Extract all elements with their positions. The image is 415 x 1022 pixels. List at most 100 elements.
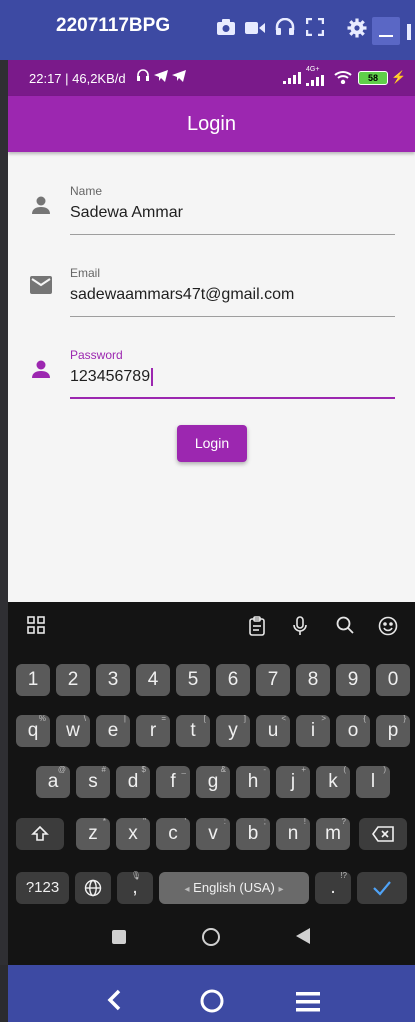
menu-button-icon[interactable]: [296, 992, 320, 1017]
key-0[interactable]: 0: [376, 664, 410, 696]
key-n[interactable]: n!: [276, 817, 310, 850]
password-label: Password: [70, 348, 123, 362]
key-j[interactable]: j +: [276, 765, 310, 798]
login-button[interactable]: Login: [177, 425, 247, 462]
key-label: x: [128, 823, 138, 844]
key-z[interactable]: z *: [76, 817, 110, 850]
fullscreen-icon[interactable]: [303, 17, 327, 42]
emoji-icon[interactable]: [376, 616, 400, 642]
name-underline: [70, 234, 395, 235]
search-icon[interactable]: [333, 616, 357, 640]
key-label: 7: [267, 669, 279, 690]
key-label: y: [228, 720, 238, 741]
key-g[interactable]: g &: [196, 765, 230, 798]
backspace-key[interactable]: [359, 818, 407, 850]
headset-icon: [136, 68, 150, 85]
key-label: 5: [187, 669, 199, 690]
key-label: n: [287, 823, 299, 844]
email-underline: [70, 316, 395, 317]
period-key[interactable]: .!?: [315, 871, 351, 904]
key-p[interactable]: p}: [376, 714, 410, 747]
key-a[interactable]: a @: [36, 765, 70, 798]
home-button-icon[interactable]: [200, 989, 224, 1018]
password-field[interactable]: Password 123456789: [70, 348, 395, 400]
key-3[interactable]: 3: [96, 664, 130, 696]
key-label: c: [168, 823, 178, 844]
video-icon[interactable]: [243, 18, 267, 42]
key-label: q: [27, 720, 39, 741]
telegram-icon: [154, 70, 168, 85]
key-f[interactable]: f _: [156, 765, 190, 798]
name-field[interactable]: Name Sadewa Ammar: [70, 184, 395, 235]
key-x[interactable]: x ": [116, 817, 150, 850]
recents-icon[interactable]: [112, 930, 126, 944]
status-bar: 22:17 | 46,2KB/d 4G+ 58 ⚡: [8, 60, 415, 96]
key-5[interactable]: 5: [176, 664, 210, 696]
key-label: 2: [67, 669, 79, 690]
key-7[interactable]: 7: [256, 664, 290, 696]
key-y[interactable]: y]: [216, 714, 250, 747]
key-s[interactable]: s #: [76, 765, 110, 798]
key-1[interactable]: 1: [16, 664, 50, 696]
email-input[interactable]: sadewaammars47t@gmail.com: [70, 286, 395, 304]
space-label: English (USA): [193, 880, 275, 895]
key-label: t: [190, 720, 196, 741]
key-o[interactable]: o{: [336, 714, 370, 747]
email-field[interactable]: Email sadewaammars47t@gmail.com: [70, 266, 395, 317]
key-i[interactable]: i >: [296, 714, 330, 747]
headphones-icon[interactable]: [273, 17, 297, 42]
name-input[interactable]: Sadewa Ammar: [70, 204, 395, 222]
key-label: z: [88, 823, 98, 844]
key-8[interactable]: 8: [296, 664, 330, 696]
apps-grid-icon[interactable]: [24, 616, 48, 640]
key-e[interactable]: e |: [96, 714, 130, 747]
signal-icon-2: [306, 74, 324, 89]
camera-icon[interactable]: [214, 18, 238, 42]
key-label: u: [267, 720, 279, 741]
settings-icon[interactable]: [345, 18, 369, 42]
home-icon[interactable]: [202, 928, 220, 946]
key-label: v: [208, 823, 218, 844]
key-hint: _: [181, 765, 186, 774]
key-label: w: [66, 720, 80, 741]
symbols-key[interactable]: ?123: [16, 872, 69, 904]
arrow-left-icon: ◂: [184, 884, 190, 895]
password-input[interactable]: 123456789: [70, 368, 395, 386]
key-hint: (: [343, 765, 346, 774]
back-icon[interactable]: [296, 928, 310, 949]
key-hint: !: [303, 817, 306, 826]
shift-key[interactable]: [16, 818, 64, 850]
minimize-icon[interactable]: [372, 17, 400, 45]
back-button-icon[interactable]: [106, 989, 122, 1016]
key-v[interactable]: v:: [196, 817, 230, 850]
key-hint: ?: [341, 817, 346, 826]
clipboard-icon[interactable]: [245, 616, 269, 642]
key-u[interactable]: u <: [256, 714, 290, 747]
enter-key[interactable]: [357, 872, 407, 904]
key-hint: |: [123, 714, 126, 723]
microphone-icon[interactable]: [288, 616, 312, 642]
key-label: 3: [107, 669, 119, 690]
key-k[interactable]: k(: [316, 765, 350, 798]
key-c[interactable]: c ': [156, 817, 190, 850]
key-m[interactable]: m?: [316, 817, 350, 850]
globe-key[interactable]: [75, 872, 111, 904]
key-h[interactable]: h-: [236, 765, 270, 798]
key-9[interactable]: 9: [336, 664, 370, 696]
key-w[interactable]: w \: [56, 714, 90, 747]
person-icon-focused: [30, 358, 52, 385]
key-2[interactable]: 2: [56, 664, 90, 696]
key-t[interactable]: t[: [176, 714, 210, 747]
comma-key[interactable]: , 🎙: [117, 871, 153, 904]
key-r[interactable]: r =: [136, 714, 170, 747]
key-6[interactable]: 6: [216, 664, 250, 696]
key-4[interactable]: 4: [136, 664, 170, 696]
key-d[interactable]: d $: [116, 765, 150, 798]
space-key[interactable]: ◂ English (USA) ▸: [159, 872, 309, 904]
key-b[interactable]: b;: [236, 817, 270, 850]
key-q[interactable]: q%: [16, 714, 50, 747]
mic-hint-icon: 🎙: [130, 871, 141, 880]
more-icon[interactable]: [405, 20, 415, 44]
key-label: f: [170, 771, 176, 792]
key-l[interactable]: l): [356, 765, 390, 798]
